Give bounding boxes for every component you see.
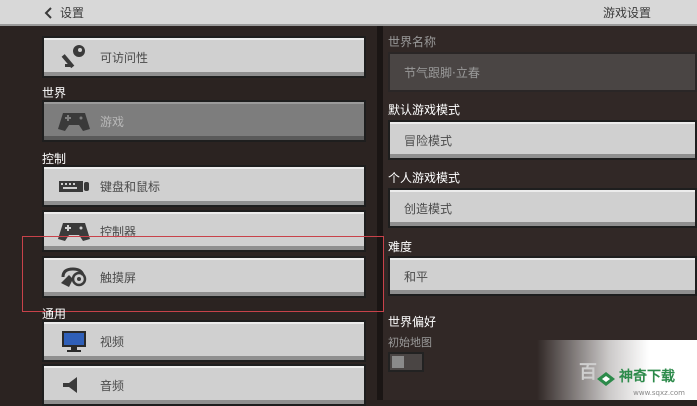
difficulty-value: 和平 bbox=[404, 269, 429, 284]
world-pref-label: 世界偏好 bbox=[388, 315, 437, 329]
speaker-icon bbox=[54, 370, 94, 400]
nav-item-accessibility[interactable]: 可访问性 bbox=[42, 36, 366, 78]
nav-item-label: 音频 bbox=[100, 378, 125, 393]
nav-item-label: 键盘和鼠标 bbox=[100, 179, 161, 194]
nav-item-video[interactable]: 视频 bbox=[42, 320, 366, 362]
section-world: 世界 bbox=[42, 86, 67, 100]
default-mode-value: 冒险模式 bbox=[404, 133, 453, 148]
personal-mode-value: 创造模式 bbox=[404, 201, 453, 216]
world-name-input[interactable]: 节气跟脚·立春 bbox=[388, 52, 697, 92]
nav-item-label: 可访问性 bbox=[100, 50, 149, 65]
logo-icon bbox=[597, 372, 615, 386]
toggle-knob bbox=[392, 356, 404, 368]
world-name-label: 世界名称 bbox=[388, 35, 437, 49]
default-mode-dropdown[interactable]: 冒险模式 bbox=[388, 120, 697, 160]
starting-map-label: 初始地图 bbox=[388, 336, 432, 349]
chevron-left-icon bbox=[44, 6, 52, 19]
default-mode-label: 默认游戏模式 bbox=[388, 103, 461, 117]
nav-item-label: 视频 bbox=[100, 334, 125, 349]
top-bar: 设置 游戏设置 bbox=[0, 0, 697, 26]
personal-mode-label: 个人游戏模式 bbox=[388, 171, 461, 185]
page-title: 游戏设置 bbox=[602, 6, 651, 20]
gamepad-icon bbox=[54, 106, 94, 136]
personal-mode-dropdown[interactable]: 创造模式 bbox=[388, 188, 697, 228]
back-label: 设置 bbox=[60, 6, 85, 20]
difficulty-dropdown[interactable]: 和平 bbox=[388, 256, 697, 296]
starting-map-toggle[interactable] bbox=[388, 352, 424, 372]
monitor-icon bbox=[54, 326, 94, 356]
watermark-brand: 神奇下载 bbox=[619, 369, 675, 385]
highlight-box bbox=[22, 236, 384, 312]
back-button[interactable]: 设置 bbox=[44, 4, 84, 21]
nav-item-game[interactable]: 游戏 bbox=[42, 100, 366, 142]
world-name-value: 节气跟脚·立春 bbox=[404, 65, 480, 80]
key-icon bbox=[54, 42, 94, 72]
nav-item-keyboard-mouse[interactable]: 键盘和鼠标 bbox=[42, 165, 366, 207]
difficulty-label: 难度 bbox=[388, 240, 413, 254]
watermark-site: www.sqxz.com bbox=[633, 389, 685, 397]
keyboard-icon bbox=[54, 171, 94, 201]
nav-item-label: 游戏 bbox=[100, 114, 125, 129]
